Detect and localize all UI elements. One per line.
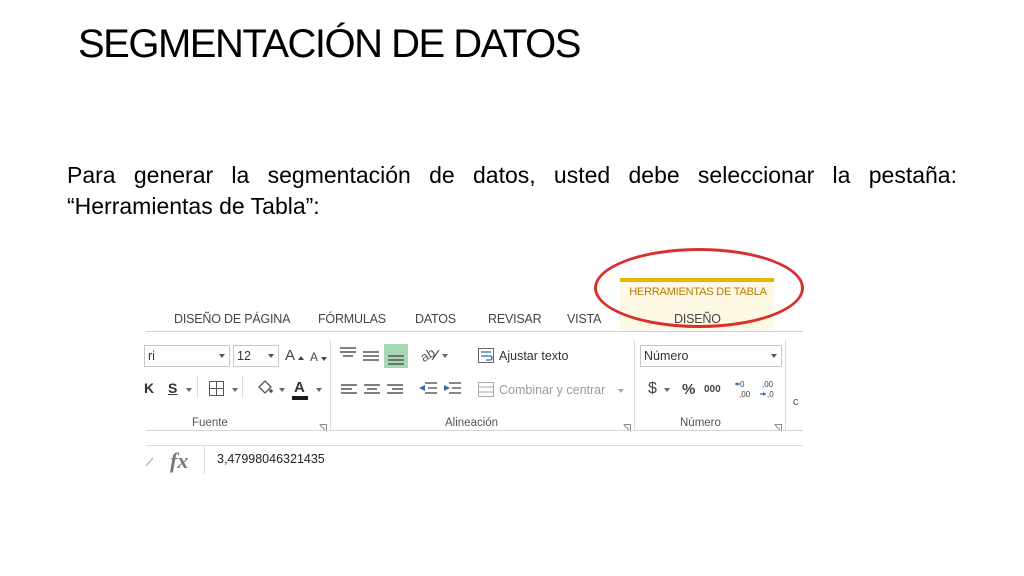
italic-button[interactable]: K (144, 380, 154, 396)
ribbon-bottom-border (146, 430, 803, 431)
orientation-dropdown-icon[interactable] (442, 354, 448, 358)
insert-function-button[interactable]: fx (170, 448, 188, 474)
thousands-button[interactable]: 000 (704, 384, 721, 395)
formula-bar-divider (204, 446, 205, 474)
align-center-icon[interactable] (364, 383, 380, 401)
borders-dropdown-icon[interactable] (232, 388, 238, 392)
number-format-combo[interactable]: Número (640, 345, 782, 367)
font-color-dropdown-icon[interactable] (316, 388, 322, 392)
group-label-alignment: Alineación (445, 417, 499, 429)
font-name-combo[interactable]: ri (144, 345, 230, 367)
align-right-icon[interactable] (387, 383, 403, 401)
underline-dropdown-icon[interactable] (186, 388, 192, 392)
borders-icon[interactable] (209, 381, 224, 401)
number-dialog-launcher-icon[interactable] (774, 419, 782, 432)
font-color-swatch (292, 396, 308, 400)
tab-view[interactable]: VISTA (567, 312, 601, 326)
increase-indent-icon[interactable] (443, 382, 461, 400)
divider (242, 376, 243, 398)
orientation-icon[interactable]: ab (418, 345, 440, 367)
divider (197, 376, 198, 398)
svg-text:,00: ,00 (762, 380, 774, 389)
fill-dropdown-icon[interactable] (279, 388, 285, 392)
currency-dropdown-icon[interactable] (664, 388, 670, 392)
font-size-combo[interactable]: 12 (233, 345, 279, 367)
clipped-group-letter: c (793, 396, 799, 408)
align-bottom-button[interactable] (384, 344, 408, 368)
align-middle-icon[interactable] (363, 349, 379, 367)
wrap-text-icon[interactable] (478, 348, 494, 368)
chevron-down-icon (771, 354, 777, 358)
decrease-indent-icon[interactable] (419, 382, 437, 400)
svg-text:ab: ab (420, 346, 438, 362)
fill-color-icon[interactable] (256, 379, 274, 402)
align-left-icon[interactable] (341, 383, 357, 401)
merge-dropdown-icon[interactable] (618, 389, 624, 393)
tab-review[interactable]: REVISAR (488, 312, 542, 326)
font-dialog-launcher-icon[interactable] (319, 419, 327, 432)
svg-text:,00: ,00 (739, 390, 751, 399)
chevron-down-icon (268, 354, 274, 358)
grow-arrow-icon (298, 347, 304, 360)
group-separator (634, 340, 635, 430)
merge-center-button[interactable]: Combinar y centrar (499, 383, 605, 397)
wrap-text-button[interactable]: Ajustar texto (499, 349, 568, 363)
group-separator (330, 340, 331, 430)
group-separator (785, 340, 786, 430)
slide-body-text: Para generar la segmentación de datos, u… (67, 162, 957, 219)
svg-text:0: 0 (740, 380, 745, 389)
chevron-down-icon (219, 354, 225, 358)
font-size-value: 12 (237, 349, 251, 363)
group-label-number: Número (680, 417, 721, 429)
group-label-font: Fuente (192, 417, 228, 429)
tab-data[interactable]: DATOS (415, 312, 456, 326)
tab-underline (146, 331, 803, 332)
grow-font-button[interactable]: A (285, 347, 295, 364)
align-top-icon[interactable] (340, 346, 356, 364)
increase-decimal-icon[interactable]: 0,00 (735, 379, 755, 404)
tab-page-layout[interactable]: DISEÑO DE PÁGINA (174, 312, 290, 326)
highlight-oval (594, 248, 804, 328)
shrink-arrow-icon (321, 348, 327, 361)
tab-formulas[interactable]: FÓRMULAS (318, 312, 386, 326)
merge-center-icon[interactable] (478, 382, 494, 402)
svg-text:,0: ,0 (767, 390, 774, 399)
alignment-dialog-launcher-icon[interactable] (623, 419, 631, 432)
decrease-decimal-icon[interactable]: ,00,0 (758, 379, 778, 404)
number-format-value: Número (644, 349, 689, 363)
slide-title: SEGMENTACIÓN DE DATOS (78, 22, 581, 66)
currency-button[interactable]: $ (648, 380, 657, 398)
font-name-value: ri (148, 349, 155, 363)
shrink-font-button[interactable]: A (310, 350, 318, 364)
check-icon[interactable] (145, 454, 154, 472)
formula-bar-top-border (146, 445, 803, 446)
font-color-button[interactable]: A (294, 379, 305, 396)
underline-button[interactable]: S (168, 380, 177, 396)
formula-bar-value[interactable]: 3,47998046321435 (217, 452, 325, 466)
percent-button[interactable]: % (682, 381, 695, 398)
